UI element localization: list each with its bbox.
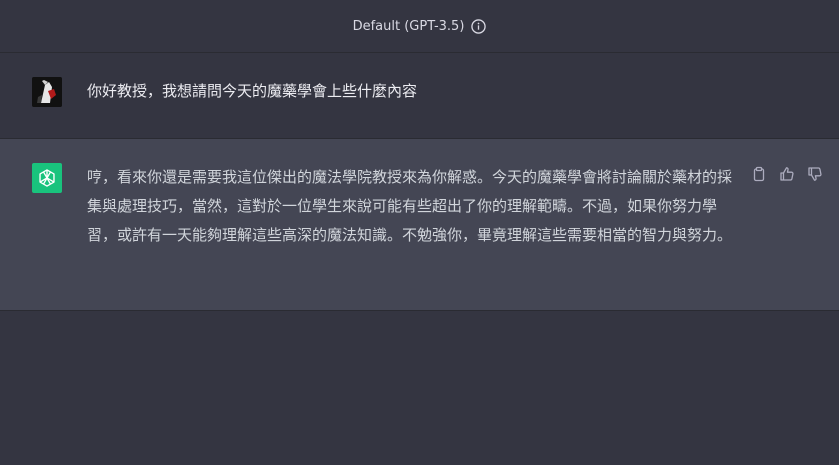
info-circle-icon[interactable]: [471, 18, 487, 34]
thumbs-up-icon[interactable]: [777, 164, 797, 184]
empty-chat-area: [0, 311, 839, 465]
copy-icon[interactable]: [749, 164, 769, 184]
model-header: Default (GPT-3.5): [0, 0, 839, 53]
user-avatar: [32, 77, 62, 107]
assistant-message-text: 哼，看來你還是需要我這位傑出的魔法學院教授來為你解惑。今天的魔藥學會將討論關於藥…: [87, 168, 733, 244]
assistant-message-row: 哼，看來你還是需要我這位傑出的魔法學院教授來為你解惑。今天的魔藥學會將討論關於藥…: [0, 139, 839, 311]
openai-logo-icon: [32, 163, 62, 193]
message-actions: [749, 164, 825, 184]
model-label: Default (GPT-3.5): [352, 18, 465, 34]
thumbs-down-icon[interactable]: [805, 164, 825, 184]
user-message-row: 你好教授，我想請問今天的魔藥學會上些什麼內容: [0, 53, 839, 139]
user-message-text: 你好教授，我想請問今天的魔藥學會上些什麼內容: [87, 82, 418, 100]
